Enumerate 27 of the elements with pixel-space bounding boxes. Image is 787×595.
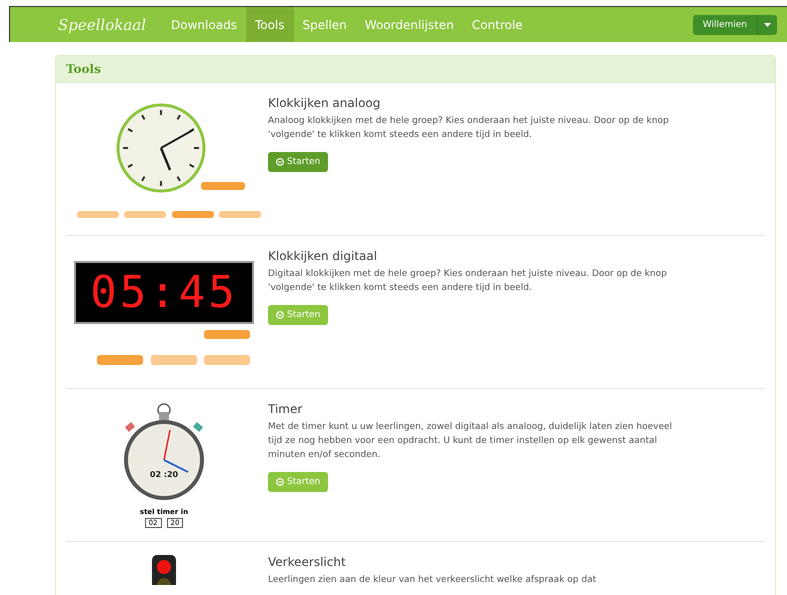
nav-link[interactable]: Downloads (162, 7, 246, 42)
start-button[interactable]: Starten (268, 472, 328, 492)
tool-title: Verkeerslicht (268, 555, 347, 569)
traffic-light-drawing (152, 555, 176, 585)
digital-clock-display: 05:45 (74, 261, 254, 324)
dropdown-toggle[interactable] (757, 14, 777, 34)
nav-link[interactable]: Spellen (294, 7, 356, 42)
tool-description: Analoog klokkijken met de hele groep? Kies onderaan het juiste niveau. Door op de knop 'volgende' te klikken komt steeds een andere tijd in beeld. (268, 115, 670, 142)
tool-description: Digitaal klokkijken met de hele groep? Kies onderaan het juiste niveau. Door op de knop 'volgende' te klikken komt steeds een andere tijd in beeld. (268, 268, 668, 295)
nav-link[interactable]: Tools (246, 7, 294, 42)
caret-icon (764, 22, 771, 26)
start-button[interactable]: Starten (268, 305, 328, 325)
nav-link[interactable]: Controle (462, 7, 532, 42)
play-circle-icon (276, 311, 284, 319)
play-circle-icon (276, 158, 284, 166)
tool-title: Timer (268, 402, 304, 416)
user-button[interactable]: Willemien (692, 14, 757, 34)
start-button[interactable]: Starten (268, 152, 328, 172)
logo[interactable]: Speellokaal (58, 7, 146, 42)
tool-description: Met de timer kunt u uw leerlingen, zowel digitaal als analoog, duidelijk laten zien hoeveel tijd ze nog hebben voor een opdracht. U kunt de timer instellen op elk gewenst aantal minuten en/of seconden. (268, 421, 674, 462)
nav-link[interactable]: Woordenlijsten (356, 7, 463, 42)
panel-title: Tools (56, 56, 775, 83)
play-circle-icon (276, 478, 284, 486)
timer-readout: 02 :20 (148, 470, 180, 479)
tool-title: Klokkijken digitaal (268, 249, 378, 263)
tool-title: Klokkijken analoog (268, 96, 382, 110)
tool-description: Leerlingen zien aan de kleur van het verkeerslicht welke afspraak op dat (268, 574, 598, 587)
